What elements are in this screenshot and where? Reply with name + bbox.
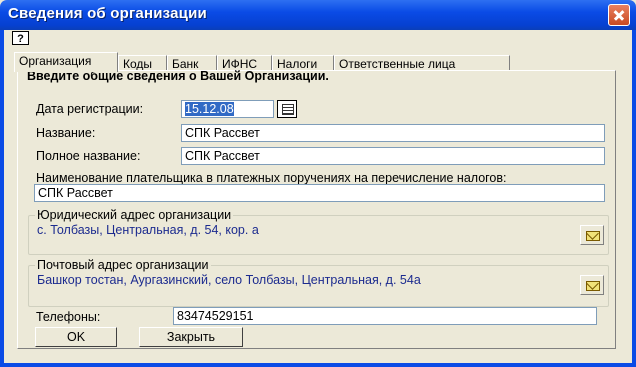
name-label: Название: bbox=[36, 126, 96, 140]
title-bar[interactable]: Сведения об организации bbox=[0, 0, 636, 30]
organization-panel: Введите общие сведения о Вашей Организац… bbox=[17, 69, 616, 349]
payer-name-label: Наименование плательщика в платежных пор… bbox=[36, 171, 507, 185]
postal-address-title: Почтовый адрес организации bbox=[35, 258, 211, 272]
phones-field[interactable]: 83474529151 bbox=[173, 307, 597, 325]
postal-address-value: Башкор тостан, Аургазинский, село Толбаз… bbox=[37, 273, 421, 287]
reg-date-label: Дата регистрации: bbox=[36, 102, 144, 116]
full-name-field[interactable]: СПК Рассвет bbox=[181, 147, 605, 165]
window-border-bottom bbox=[0, 363, 636, 367]
tab-responsible-persons[interactable]: Ответственные лица bbox=[334, 55, 510, 71]
reg-date-field[interactable]: 15.12.08 bbox=[181, 100, 274, 118]
name-field[interactable]: СПК Рассвет bbox=[181, 124, 605, 142]
legal-address-value: с. Толбазы, Центральная, д. 54, кор. а bbox=[37, 223, 259, 237]
close-button[interactable]: Закрыть bbox=[139, 327, 243, 347]
close-window-button[interactable] bbox=[608, 4, 630, 26]
tab-organization[interactable]: Организация bbox=[14, 52, 118, 72]
payer-name-field[interactable]: СПК Рассвет bbox=[34, 184, 605, 202]
envelope-icon[interactable] bbox=[580, 275, 604, 295]
dialog-window: Сведения об организации ? Организация Ко… bbox=[0, 0, 636, 367]
help-button[interactable]: ? bbox=[12, 31, 29, 45]
postal-address-group: Почтовый адрес организации Башкор тостан… bbox=[28, 258, 609, 307]
legal-address-group: Юридический адрес организации с. Толбазы… bbox=[28, 208, 609, 255]
full-name-label: Полное название: bbox=[36, 149, 141, 163]
window-title: Сведения об организации bbox=[8, 5, 207, 22]
calendar-icon[interactable] bbox=[277, 100, 297, 118]
legal-address-title: Юридический адрес организации bbox=[35, 208, 234, 222]
reg-date-value: 15.12.08 bbox=[185, 102, 234, 116]
window-border-right bbox=[632, 30, 636, 367]
window-border-left bbox=[0, 30, 4, 367]
ok-button[interactable]: OK bbox=[35, 327, 117, 347]
phones-label: Телефоны: bbox=[36, 310, 101, 324]
envelope-icon[interactable] bbox=[580, 225, 604, 245]
